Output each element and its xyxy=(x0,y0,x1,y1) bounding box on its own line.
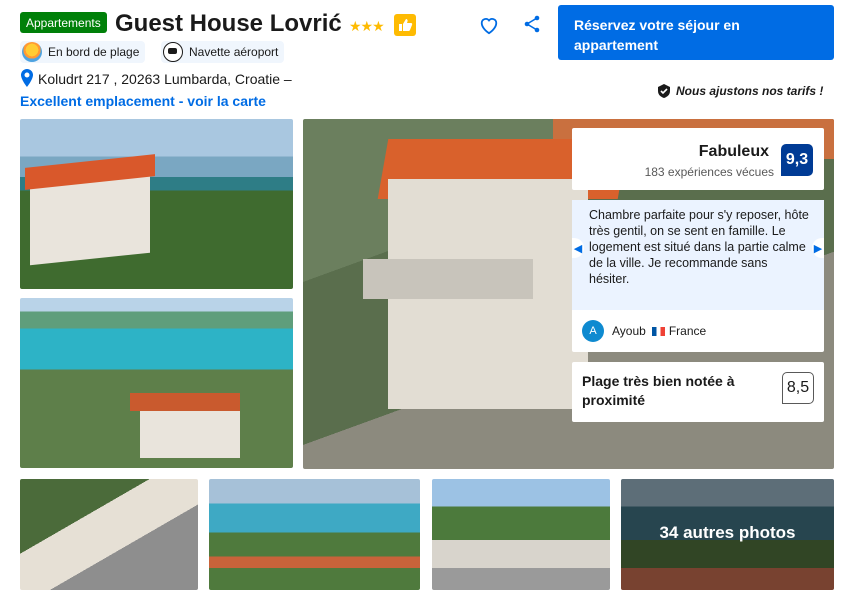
beach-score-card: Plage très bien notée à proximité 8,5 xyxy=(572,362,824,422)
gallery-photo-1[interactable] xyxy=(20,119,293,289)
share-icon[interactable] xyxy=(523,15,541,38)
beach-icon xyxy=(22,42,42,62)
review-text: Chambre parfaite pour s'y reposer, hôte … xyxy=(572,200,824,310)
gallery-photo-more[interactable]: 34 autres photos xyxy=(621,479,834,590)
photo-detail xyxy=(363,259,533,299)
facility-label: Navette aéroport xyxy=(189,45,279,59)
beach-label: Plage très bien notée à proximité xyxy=(582,373,735,408)
review-card: Chambre parfaite pour s'y reposer, hôte … xyxy=(572,200,824,352)
price-note[interactable]: Nous ajustons nos tarifs ! xyxy=(656,83,823,99)
facility-label: En bord de plage xyxy=(48,45,140,59)
reviewer: A Ayoub France xyxy=(582,320,706,342)
review-count: 183 expériences vécues xyxy=(644,165,774,179)
property-type-badge: Appartements xyxy=(20,12,107,33)
reviewer-name: Ayoub xyxy=(612,324,646,338)
beach-score: 8,5 xyxy=(782,372,814,404)
address: Koludrt 217 , 20263 Lumbarda, Croatie – xyxy=(38,71,292,87)
review-score-card[interactable]: Fabuleux 183 expériences vécues 9,3 xyxy=(572,128,824,190)
avatar: A xyxy=(582,320,604,342)
price-note-text: Nous ajustons nos tarifs ! xyxy=(676,84,824,98)
more-photos-label: 34 autres photos xyxy=(659,523,796,542)
gallery-photo-5[interactable] xyxy=(432,479,610,590)
heart-icon[interactable] xyxy=(478,15,500,40)
score-word: Fabuleux xyxy=(698,143,769,160)
facility-beach: En bord de plage xyxy=(20,41,146,63)
flag-icon xyxy=(651,326,665,336)
star-rating: ★★★ xyxy=(349,18,385,34)
map-link[interactable]: Excellent emplacement - voir la carte xyxy=(20,93,266,109)
reviewer-country: France xyxy=(668,324,707,338)
thumbs-up-icon xyxy=(394,14,416,36)
gallery-photo-2[interactable] xyxy=(20,298,293,468)
reserve-button[interactable]: Réservez votre séjour en appartement xyxy=(558,5,834,60)
shuttle-icon xyxy=(163,42,183,62)
gallery-photo-3[interactable] xyxy=(20,479,198,590)
score-badge: 9,3 xyxy=(781,144,813,176)
page-title: Guest House Lovrić xyxy=(115,10,342,37)
price-check-icon xyxy=(658,84,670,98)
map-pin-icon xyxy=(20,69,34,92)
facility-shuttle: Navette aéroport xyxy=(161,41,285,63)
gallery-photo-4[interactable] xyxy=(209,479,420,590)
